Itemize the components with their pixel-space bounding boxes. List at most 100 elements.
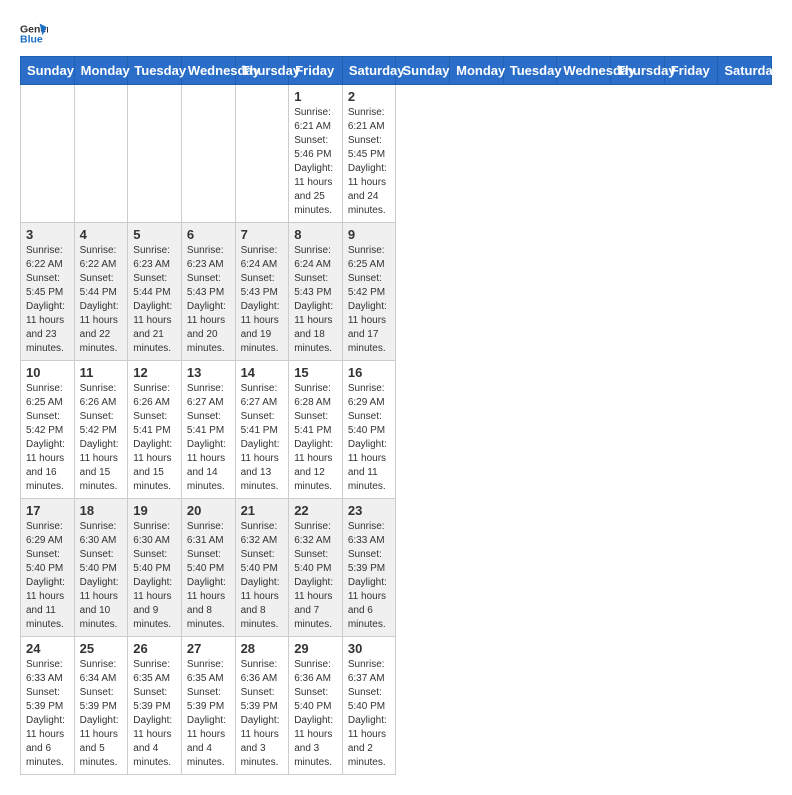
day-cell: 7 Sunrise: 6:24 AM Sunset: 5:43 PM Daylig… <box>235 223 289 361</box>
day-cell: 10Sunrise: 6:25 AM Sunset: 5:42 PM Dayli… <box>21 361 75 499</box>
day-cell <box>128 85 182 223</box>
day-info: Sunrise: 6:26 AM Sunset: 5:41 PM Dayligh… <box>133 382 176 494</box>
day-number: 6 <box>187 227 230 242</box>
day-header-monday: Monday <box>450 57 504 85</box>
day-cell: 12 Sunrise: 6:26 AM Sunset: 5:41 PM Dayli… <box>128 361 182 499</box>
day-info: Sunrise: 6:22 AM Sunset: 5:44 PM Dayligh… <box>80 244 123 356</box>
calendar-table: SundayMondayTuesdayWednesdayThursdayFrid… <box>20 56 772 775</box>
day-info: Sunrise: 6:33 AM Sunset: 5:39 PM Dayligh… <box>348 520 391 632</box>
day-cell: 3 Sunrise: 6:22 AM Sunset: 5:45 PM Daylig… <box>21 223 75 361</box>
day-number: 24 <box>26 641 69 656</box>
day-cell: 22 Sunrise: 6:32 AM Sunset: 5:40 PM Dayli… <box>289 499 343 637</box>
day-info: Sunrise: 6:37 AM Sunset: 5:40 PM Dayligh… <box>348 658 391 770</box>
day-cell: 19 Sunrise: 6:30 AM Sunset: 5:40 PM Dayli… <box>128 499 182 637</box>
day-number: 4 <box>80 227 123 242</box>
day-number: 27 <box>187 641 230 656</box>
day-info: Sunrise: 6:32 AM Sunset: 5:40 PM Dayligh… <box>241 520 284 632</box>
day-cell: 14 Sunrise: 6:27 AM Sunset: 5:41 PM Dayli… <box>235 361 289 499</box>
day-info: Sunrise: 6:35 AM Sunset: 5:39 PM Dayligh… <box>133 658 176 770</box>
day-header-sunday: Sunday <box>396 57 450 85</box>
day-number: 1 <box>294 89 337 104</box>
calendar-header-row: SundayMondayTuesdayWednesdayThursdayFrid… <box>21 57 772 85</box>
day-header-saturday: Saturday <box>342 57 396 85</box>
day-number: 7 <box>241 227 284 242</box>
day-cell: 2 Sunrise: 6:21 AM Sunset: 5:45 PM Daylig… <box>342 85 396 223</box>
day-info: Sunrise: 6:25 AM Sunset: 5:42 PM Dayligh… <box>348 244 391 356</box>
day-cell: 16Sunrise: 6:29 AM Sunset: 5:40 PM Dayli… <box>342 361 396 499</box>
day-info: Sunrise: 6:24 AM Sunset: 5:43 PM Dayligh… <box>241 244 284 356</box>
day-header-wednesday: Wednesday <box>181 57 235 85</box>
day-cell: 24Sunrise: 6:33 AM Sunset: 5:39 PM Dayli… <box>21 637 75 775</box>
day-cell: 23 Sunrise: 6:33 AM Sunset: 5:39 PM Dayli… <box>342 499 396 637</box>
day-number: 19 <box>133 503 176 518</box>
day-number: 28 <box>241 641 284 656</box>
day-cell: 17 Sunrise: 6:29 AM Sunset: 5:40 PM Dayli… <box>21 499 75 637</box>
logo: General Blue <box>20 20 48 48</box>
day-info: Sunrise: 6:31 AM Sunset: 5:40 PM Dayligh… <box>187 520 230 632</box>
day-number: 12 <box>133 365 176 380</box>
day-cell: 28 Sunrise: 6:36 AM Sunset: 5:39 PM Dayli… <box>235 637 289 775</box>
day-cell: 15 Sunrise: 6:28 AM Sunset: 5:41 PM Dayli… <box>289 361 343 499</box>
day-number: 10 <box>26 365 69 380</box>
day-number: 23 <box>348 503 391 518</box>
day-cell: 29Sunrise: 6:36 AM Sunset: 5:40 PM Dayli… <box>289 637 343 775</box>
day-cell: 25Sunrise: 6:34 AM Sunset: 5:39 PM Dayli… <box>74 637 128 775</box>
day-number: 11 <box>80 365 123 380</box>
day-cell <box>181 85 235 223</box>
day-cell: 21 Sunrise: 6:32 AM Sunset: 5:40 PM Dayli… <box>235 499 289 637</box>
day-info: Sunrise: 6:36 AM Sunset: 5:40 PM Dayligh… <box>294 658 337 770</box>
day-cell: 6 Sunrise: 6:23 AM Sunset: 5:43 PM Daylig… <box>181 223 235 361</box>
day-number: 3 <box>26 227 69 242</box>
day-cell: 26Sunrise: 6:35 AM Sunset: 5:39 PM Dayli… <box>128 637 182 775</box>
day-info: Sunrise: 6:26 AM Sunset: 5:42 PM Dayligh… <box>80 382 123 494</box>
day-cell: 13 Sunrise: 6:27 AM Sunset: 5:41 PM Dayli… <box>181 361 235 499</box>
day-number: 17 <box>26 503 69 518</box>
day-cell: 27 Sunrise: 6:35 AM Sunset: 5:39 PM Dayli… <box>181 637 235 775</box>
day-cell: 9Sunrise: 6:25 AM Sunset: 5:42 PM Daylig… <box>342 223 396 361</box>
day-cell: 30 Sunrise: 6:37 AM Sunset: 5:40 PM Dayli… <box>342 637 396 775</box>
day-header-tuesday: Tuesday <box>128 57 182 85</box>
day-header-friday: Friday <box>289 57 343 85</box>
day-number: 20 <box>187 503 230 518</box>
svg-text:Blue: Blue <box>20 33 43 45</box>
day-info: Sunrise: 6:29 AM Sunset: 5:40 PM Dayligh… <box>26 520 69 632</box>
week-row-1: 1 Sunrise: 6:21 AM Sunset: 5:46 PM Daylig… <box>21 85 772 223</box>
day-cell: 4 Sunrise: 6:22 AM Sunset: 5:44 PM Daylig… <box>74 223 128 361</box>
day-header-thursday: Thursday <box>235 57 289 85</box>
day-number: 30 <box>348 641 391 656</box>
day-info: Sunrise: 6:27 AM Sunset: 5:41 PM Dayligh… <box>241 382 284 494</box>
day-cell: 18 Sunrise: 6:30 AM Sunset: 5:40 PM Dayli… <box>74 499 128 637</box>
week-row-3: 10Sunrise: 6:25 AM Sunset: 5:42 PM Dayli… <box>21 361 772 499</box>
day-number: 15 <box>294 365 337 380</box>
day-info: Sunrise: 6:35 AM Sunset: 5:39 PM Dayligh… <box>187 658 230 770</box>
day-cell: 20 Sunrise: 6:31 AM Sunset: 5:40 PM Dayli… <box>181 499 235 637</box>
day-number: 22 <box>294 503 337 518</box>
day-number: 5 <box>133 227 176 242</box>
day-info: Sunrise: 6:21 AM Sunset: 5:46 PM Dayligh… <box>294 106 337 218</box>
day-number: 13 <box>187 365 230 380</box>
day-info: Sunrise: 6:22 AM Sunset: 5:45 PM Dayligh… <box>26 244 69 356</box>
day-info: Sunrise: 6:30 AM Sunset: 5:40 PM Dayligh… <box>80 520 123 632</box>
week-row-5: 24Sunrise: 6:33 AM Sunset: 5:39 PM Dayli… <box>21 637 772 775</box>
day-info: Sunrise: 6:21 AM Sunset: 5:45 PM Dayligh… <box>348 106 391 218</box>
day-info: Sunrise: 6:28 AM Sunset: 5:41 PM Dayligh… <box>294 382 337 494</box>
day-number: 18 <box>80 503 123 518</box>
day-cell: 5 Sunrise: 6:23 AM Sunset: 5:44 PM Daylig… <box>128 223 182 361</box>
day-info: Sunrise: 6:27 AM Sunset: 5:41 PM Dayligh… <box>187 382 230 494</box>
day-number: 14 <box>241 365 284 380</box>
day-header-wednesday: Wednesday <box>557 57 611 85</box>
day-cell: 11 Sunrise: 6:26 AM Sunset: 5:42 PM Dayli… <box>74 361 128 499</box>
day-info: Sunrise: 6:36 AM Sunset: 5:39 PM Dayligh… <box>241 658 284 770</box>
day-header-saturday: Saturday <box>718 57 772 85</box>
day-number: 21 <box>241 503 284 518</box>
page-header: General Blue <box>20 20 772 48</box>
week-row-4: 17 Sunrise: 6:29 AM Sunset: 5:40 PM Dayli… <box>21 499 772 637</box>
logo-icon: General Blue <box>20 20 48 48</box>
day-info: Sunrise: 6:23 AM Sunset: 5:44 PM Dayligh… <box>133 244 176 356</box>
day-number: 25 <box>80 641 123 656</box>
day-header-thursday: Thursday <box>611 57 665 85</box>
day-info: Sunrise: 6:23 AM Sunset: 5:43 PM Dayligh… <box>187 244 230 356</box>
day-info: Sunrise: 6:32 AM Sunset: 5:40 PM Dayligh… <box>294 520 337 632</box>
day-info: Sunrise: 6:30 AM Sunset: 5:40 PM Dayligh… <box>133 520 176 632</box>
day-number: 2 <box>348 89 391 104</box>
